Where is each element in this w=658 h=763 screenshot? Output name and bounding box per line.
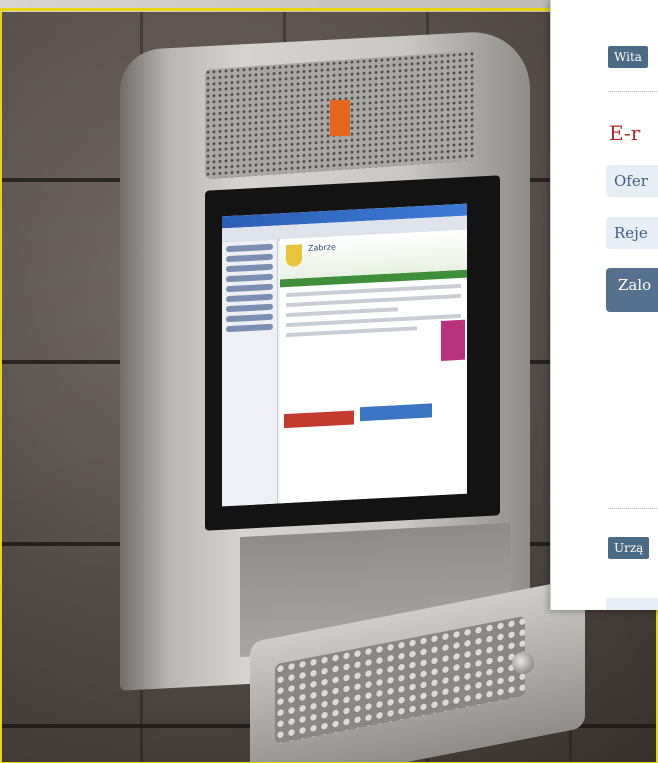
office-button[interactable]: Urzą [608,537,650,559]
separator [608,508,658,509]
photo-frame: Zabrze Wita E-r Ofer Reje Zalo Urzą [0,0,658,763]
link-offers[interactable]: Ofer [606,165,658,197]
city-crest-icon [286,244,302,268]
kiosk-screen: Zabrze [222,203,467,507]
link-register[interactable]: Reje [606,217,658,249]
link-create[interactable]: Zalo [606,268,658,312]
screen-red-box [284,410,354,429]
trackball-icon [512,652,534,674]
footer-strip [606,598,658,610]
web-panel-overlay: Wita E-r Ofer Reje Zalo Urzą [550,0,658,610]
screen-site-title: Zabrze [308,242,336,253]
section-heading: E-r [609,121,641,145]
screen-main: Zabrze [280,229,467,504]
welcome-button[interactable]: Wita [608,46,648,68]
separator [608,91,658,92]
screen-promo-banner [441,319,465,361]
screen-blue-box [360,403,432,422]
kiosk-logo-badge [330,100,350,136]
link-create-label: Zalo [618,276,652,294]
screen-sidebar [222,239,278,507]
link-offers-label: Ofer [614,172,648,190]
link-register-label: Reje [614,224,648,242]
